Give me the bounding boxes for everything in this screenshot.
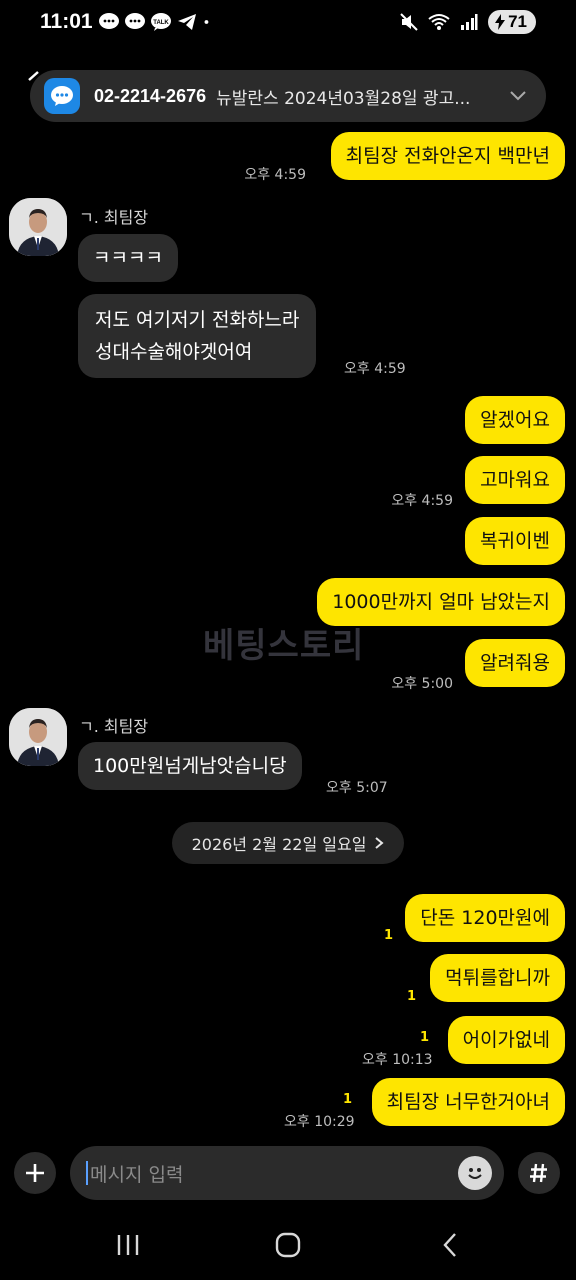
status-right: 71 <box>400 10 536 34</box>
smiley-icon <box>468 1168 482 1179</box>
chevron-right-icon <box>375 837 384 849</box>
back-icon <box>443 1233 456 1257</box>
battery-level: 71 <box>508 12 527 31</box>
signal-icon <box>461 14 478 30</box>
notification-app-icon <box>44 78 80 114</box>
chevron-down-icon[interactable] <box>508 84 528 108</box>
message-time: 오후 4:59 <box>244 167 306 183</box>
wifi-icon <box>428 14 450 30</box>
notification-phone-number: 02-2214-2676 <box>94 85 207 106</box>
message-time: 오후 10:13 <box>362 1052 433 1068</box>
text-cursor <box>86 1161 88 1185</box>
hashtag-button[interactable] <box>518 1152 560 1194</box>
plus-icon <box>26 1164 44 1182</box>
message-input[interactable]: 메시지 입력 <box>70 1146 504 1200</box>
charging-icon <box>495 14 506 30</box>
watermark-text: 베팅스토리 <box>203 626 365 666</box>
call-notification[interactable]: 02-2214-2676 뉴발란스 2024년03월28일 광고... <box>30 70 546 122</box>
unread-count: 1 <box>407 989 417 1004</box>
message-line: 성대수술해야겟어여 <box>95 341 253 363</box>
status-app-icons: TALK <box>98 12 216 32</box>
my-message-bubble[interactable]: 알겠어요 <box>465 396 565 444</box>
home-button[interactable] <box>268 1230 308 1260</box>
message-line: 저도 여기저기 전화하느라 <box>95 309 300 331</box>
my-message-bubble[interactable]: 알려줘용 <box>465 639 565 687</box>
their-message-bubble[interactable]: 저도 여기저기 전화하느라 성대수술해야겟어여 <box>78 294 317 378</box>
notification-text: 뉴발란스 2024년03월28일 광고... <box>216 88 471 109</box>
recent-apps-button[interactable] <box>108 1230 148 1260</box>
date-divider[interactable]: 2026년 2월 22일 일요일 <box>172 822 404 864</box>
battery-indicator: 71 <box>488 10 536 34</box>
status-time: 11:01 <box>40 10 93 33</box>
my-message-bubble[interactable]: 단돈 120만원에 <box>405 894 565 942</box>
telegram-icon <box>178 14 196 30</box>
message-time: 오후 5:00 <box>391 676 453 692</box>
sender-name: ㄱ. 최팀장 <box>79 208 149 227</box>
home-icon <box>275 1232 301 1258</box>
my-message-bubble[interactable]: 먹튀를합니까 <box>430 954 565 1002</box>
mute-icon <box>400 13 418 31</box>
message-bubble-icon <box>99 13 119 29</box>
message-time: 오후 10:29 <box>284 1114 355 1130</box>
date-divider-text: 2026년 2월 22일 일요일 <box>191 835 367 854</box>
avatar[interactable] <box>9 198 67 256</box>
message-time: 오후 4:59 <box>344 361 406 377</box>
my-message-bubble[interactable]: 최팀장 전화안온지 백만년 <box>330 132 565 180</box>
watermark: 베팅스토리 <box>203 618 364 667</box>
message-input-bar: 메시지 입력 <box>0 1138 576 1208</box>
back-button[interactable] <box>430 1230 470 1260</box>
chat-area[interactable]: 최팀장 전화안온지 백만년 오후 4:59 ㄱ. 최팀장 ㅋㅋㅋㅋ 저도 여기저… <box>0 128 576 1138</box>
their-message-bubble[interactable]: ㅋㅋㅋㅋ <box>78 234 178 282</box>
attach-button[interactable] <box>14 1152 56 1194</box>
unread-count: 1 <box>343 1092 353 1107</box>
their-message-bubble[interactable]: 100만원넘게남앗습니당 <box>78 742 302 790</box>
chat-bubble-icon <box>51 86 73 106</box>
my-message-bubble[interactable]: 최팀장 너무한거아녀 <box>371 1078 565 1126</box>
kakaotalk-icon: TALK <box>151 13 171 31</box>
svg-text:TALK: TALK <box>153 20 169 26</box>
dot-icon <box>204 20 209 24</box>
unread-count: 1 <box>420 1030 430 1045</box>
sender-name: ㄱ. 최팀장 <box>79 717 149 736</box>
status-bar: 11:01 TALK 71 <box>0 0 576 48</box>
profile-photo-icon <box>9 708 67 766</box>
message-bubble-icon <box>125 13 145 29</box>
message-time: 오후 5:07 <box>326 780 388 796</box>
profile-photo-icon <box>9 198 67 256</box>
message-input-placeholder: 메시지 입력 <box>90 1164 184 1186</box>
system-navigation-bar <box>0 1210 576 1280</box>
my-message-bubble[interactable]: 복귀이벤 <box>465 517 565 565</box>
unread-count: 1 <box>384 928 394 943</box>
hash-icon <box>530 1163 547 1183</box>
my-message-bubble[interactable]: 어이가없네 <box>447 1016 565 1064</box>
message-time: 오후 4:59 <box>391 493 453 509</box>
recent-apps-icon <box>117 1235 139 1255</box>
avatar[interactable] <box>9 708 67 766</box>
emoji-button[interactable] <box>458 1156 492 1190</box>
my-message-bubble[interactable]: 고마워요 <box>465 456 565 504</box>
